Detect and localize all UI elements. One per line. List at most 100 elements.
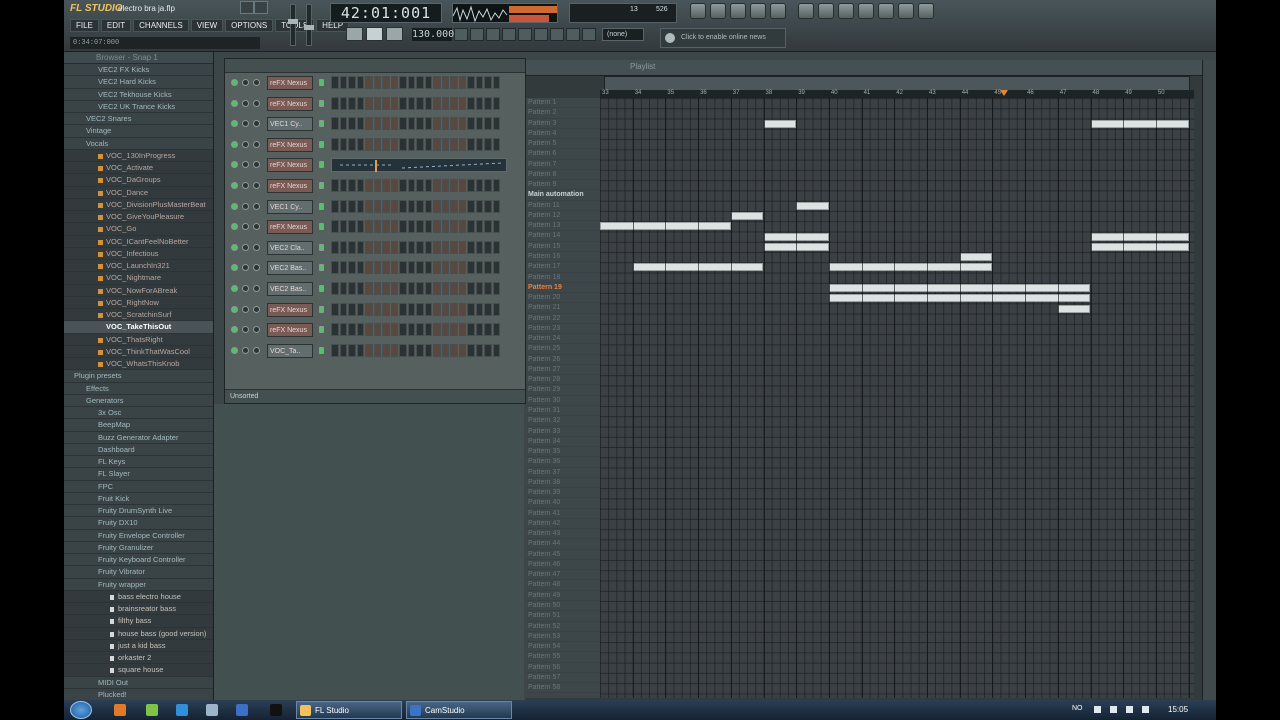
step-button[interactable] [433,179,441,192]
channel-mute-led[interactable] [231,79,238,86]
step-button[interactable] [365,302,373,316]
channel-mute-led[interactable] [231,99,238,107]
piano-roll-preview[interactable] [331,158,507,173]
browser-folder[interactable]: Fruity wrapper [64,578,213,591]
menu-options[interactable]: OPTIONS [225,19,274,32]
volume-icon[interactable] [1142,706,1149,713]
restore-icon[interactable] [254,1,268,14]
browser-folder[interactable]: VEC2 UK Trance Kicks [64,100,213,113]
step-button[interactable] [416,282,424,295]
playlist-window-icon[interactable] [690,3,706,19]
channel-name-button[interactable]: reFX Nexus [267,302,313,317]
channel-pan-knob[interactable] [242,285,249,292]
step-button[interactable] [492,282,500,295]
channel-row[interactable]: VEC2 Cla.. [227,240,523,256]
step-buttons[interactable] [331,179,500,192]
playlist-vertical-scrollbar[interactable] [1202,60,1216,700]
channel-name-button[interactable]: reFX Nexus [267,220,313,235]
step-button[interactable] [339,302,347,316]
pattern-track-label[interactable]: Pattern 51 [526,611,600,622]
step-button[interactable] [441,117,449,131]
step-button[interactable] [331,199,339,213]
step-button[interactable] [458,96,466,110]
step-button[interactable] [365,343,373,357]
channel-row[interactable]: reFX Nexus [227,219,523,235]
step-button[interactable] [424,199,432,213]
step-button[interactable] [348,76,356,89]
step-buttons[interactable] [331,240,500,254]
snap-selector[interactable]: (none) [602,28,644,41]
step-button[interactable] [407,137,415,151]
settings-icon[interactable] [878,3,894,19]
browser-item[interactable]: just a kid bass [64,640,213,652]
step-button[interactable] [399,261,407,275]
step-button[interactable] [416,302,424,316]
network-icon[interactable] [1110,706,1117,713]
pattern-track-label[interactable]: Pattern 56 [526,663,600,673]
step-buttons[interactable] [331,199,500,213]
step-button[interactable] [356,137,364,151]
step-sequencer-header[interactable] [225,59,525,73]
pattern-track-label[interactable]: Main automation [526,190,600,201]
step-button[interactable] [475,323,483,337]
stop-button[interactable] [386,27,403,41]
step-button[interactable] [484,282,492,295]
step-button[interactable] [450,282,458,295]
browser-folder[interactable]: Vocals [64,137,213,150]
step-button[interactable] [373,137,381,151]
step-button[interactable] [458,137,466,151]
step-button[interactable] [484,261,492,275]
channel-row[interactable]: VOC_Ta.. [227,343,523,359]
step-button[interactable] [433,96,441,110]
online-news-button[interactable]: Click to enable online news [660,28,786,48]
browser-folder[interactable]: Fruity Keyboard Controller [64,554,213,567]
step-button[interactable] [407,117,415,131]
step-button[interactable] [484,76,492,89]
channel-name-button[interactable]: reFX Nexus [267,96,313,111]
pattern-clip[interactable] [1090,119,1189,128]
taskbar-camstudio[interactable]: CamStudio [406,701,512,719]
step-button[interactable] [348,302,356,316]
typing-keyboard-icon[interactable] [518,28,532,41]
master-volume-slider[interactable] [288,4,298,46]
browser-item[interactable]: bass electro house [64,591,213,603]
browser-item[interactable]: square house [64,664,213,677]
record-mode-icon[interactable] [454,28,468,41]
browser-folder[interactable]: MIDI Out [64,676,213,689]
step-button[interactable] [441,76,449,89]
step-button[interactable] [390,302,398,316]
step-button[interactable] [492,76,500,89]
pattern-track-label[interactable]: Pattern 12 [526,211,600,222]
step-button[interactable] [492,199,500,213]
step-buttons[interactable] [331,137,500,151]
step-button[interactable] [339,240,347,254]
browser-folder[interactable]: Fruity Granulizer [64,541,213,554]
step-button[interactable] [407,199,415,213]
step-button[interactable] [365,117,373,131]
step-button[interactable] [348,199,356,213]
step-button[interactable] [348,220,356,234]
pattern-track-label[interactable]: Pattern 45 [526,550,600,560]
step-button[interactable] [373,261,381,275]
step-button[interactable] [467,343,475,357]
start-button[interactable] [70,701,92,719]
firefox-icon[interactable] [114,704,126,716]
pattern-track-label[interactable]: Pattern 42 [526,519,600,530]
pattern-clip[interactable] [730,212,764,221]
step-button[interactable] [492,343,500,357]
channel-name-button[interactable]: reFX Nexus [267,179,313,193]
step-button[interactable] [390,117,398,131]
step-button[interactable] [484,343,492,357]
menu-edit[interactable]: EDIT [100,19,132,32]
channel-name-button[interactable]: reFX Nexus [267,158,313,173]
loop-record-icon[interactable] [550,28,564,41]
channel-name-button[interactable]: VEC2 Bas.. [267,261,313,276]
step-button[interactable] [484,240,492,254]
step-button[interactable] [450,179,458,192]
step-button[interactable] [407,96,415,110]
browser-item[interactable]: VOC_TakeThisOut [64,321,213,334]
playlist-header[interactable]: Playlist [526,60,1216,76]
channel-pan-knob[interactable] [242,182,249,189]
step-button[interactable] [433,76,441,89]
step-button[interactable] [458,302,466,316]
